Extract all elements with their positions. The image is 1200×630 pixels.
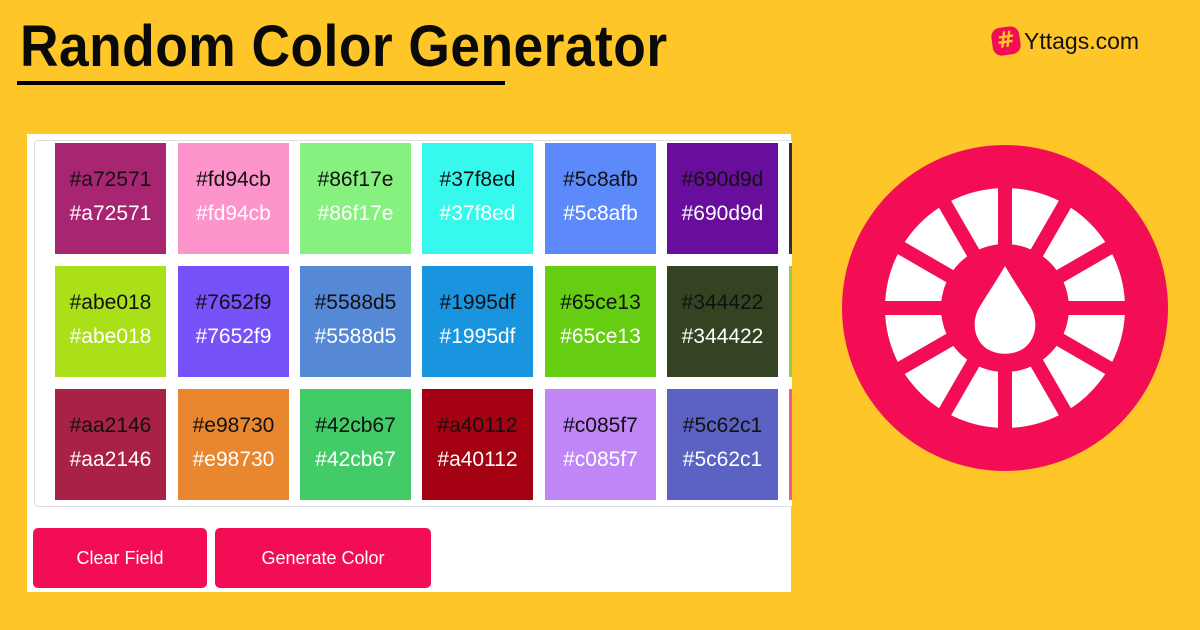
swatch-grid: #a72571 #a72571 #fd94cb #fd94cb #86f17e #86f1…: [34, 140, 792, 507]
swatch-hex-dark-label: #690d9d: [681, 168, 764, 191]
swatch-hex-light-label: #37f8ed: [439, 202, 516, 225]
color-swatch[interactable]: #aa2146 #aa2146: [55, 389, 166, 500]
swatch-hex-dark-label: #5588d5: [314, 291, 397, 314]
color-wheel-drop-icon: [842, 145, 1168, 471]
swatch-hex-dark-label: #aa2146: [69, 414, 152, 437]
swatch-hex-light-label: #e98730: [192, 448, 275, 471]
color-swatch[interactable]: #690d9d #690d9d: [667, 143, 778, 254]
color-swatch[interactable]: #65ce13 #65ce13: [545, 266, 656, 377]
swatch-hex-light-label: #a72571: [69, 202, 152, 225]
swatch-hex-dark-label: #abe018: [69, 291, 152, 314]
partial-color-swatch: [789, 389, 792, 500]
clear-field-button[interactable]: Clear Field: [33, 528, 207, 588]
swatch-hex-light-label: #5c62c1: [682, 448, 763, 471]
swatch-hex-dark-label: #5c62c1: [682, 414, 763, 437]
swatch-hex-light-label: #690d9d: [681, 202, 764, 225]
swatch-hex-dark-label: #e98730: [192, 414, 275, 437]
color-swatch[interactable]: #344422 #344422: [667, 266, 778, 377]
color-swatch[interactable]: #86f17e #86f17e: [300, 143, 411, 254]
swatch-hex-dark-label: #c085f7: [563, 414, 638, 437]
color-swatch[interactable]: #42cb67 #42cb67: [300, 389, 411, 500]
brand-name: Yttags.com: [1024, 27, 1140, 54]
brand: # Yttags.com: [990, 25, 1140, 57]
color-swatch[interactable]: #5588d5 #5588d5: [300, 266, 411, 377]
color-swatch[interactable]: #5c8afb #5c8afb: [545, 143, 656, 254]
partial-color-swatch: [789, 266, 792, 377]
swatch-hex-dark-label: #344422: [681, 291, 764, 314]
swatch-hex-light-label: #5c8afb: [563, 202, 638, 225]
swatch-hex-dark-label: #5c8afb: [563, 168, 638, 191]
swatch-hex-light-label: #65ce13: [560, 325, 641, 348]
generate-color-button[interactable]: Generate Color: [215, 528, 431, 588]
swatch-hex-dark-label: #42cb67: [315, 414, 396, 437]
color-swatch[interactable]: #a72571 #a72571: [55, 143, 166, 254]
swatch-hex-dark-label: #a40112: [437, 414, 518, 437]
swatch-hex-dark-label: #65ce13: [560, 291, 641, 314]
title-underline: [17, 81, 505, 85]
swatch-hex-dark-label: #fd94cb: [196, 168, 271, 191]
swatch-hex-light-label: #5588d5: [314, 325, 397, 348]
partial-color-swatch: [789, 143, 792, 254]
swatch-hex-light-label: #abe018: [69, 325, 152, 348]
color-swatch[interactable]: #37f8ed #37f8ed: [422, 143, 533, 254]
color-swatch[interactable]: #1995df #1995df: [422, 266, 533, 377]
color-swatch[interactable]: #a40112 #a40112: [422, 389, 533, 500]
hashtag-icon: #: [990, 25, 1022, 57]
swatch-hex-light-label: #c085f7: [563, 448, 638, 471]
color-swatch[interactable]: #abe018 #abe018: [55, 266, 166, 377]
swatch-hex-dark-label: #37f8ed: [439, 168, 516, 191]
swatch-hex-light-label: #86f17e: [317, 202, 394, 225]
swatch-hex-dark-label: #a72571: [69, 168, 152, 191]
swatch-hex-dark-label: #7652f9: [195, 291, 272, 314]
color-swatch[interactable]: #7652f9 #7652f9: [178, 266, 289, 377]
color-swatch[interactable]: #5c62c1 #5c62c1: [667, 389, 778, 500]
color-swatch[interactable]: #e98730 #e98730: [178, 389, 289, 500]
swatch-hex-dark-label: #1995df: [439, 291, 516, 314]
swatch-hex-dark-label: #86f17e: [317, 168, 394, 191]
color-swatch[interactable]: #fd94cb #fd94cb: [178, 143, 289, 254]
color-generator-panel: #a72571 #a72571 #fd94cb #fd94cb #86f17e #86f1…: [27, 134, 792, 592]
color-swatch[interactable]: #c085f7 #c085f7: [545, 389, 656, 500]
swatch-hex-light-label: #7652f9: [195, 325, 272, 348]
swatch-hex-light-label: #344422: [681, 325, 764, 348]
swatch-hex-light-label: #aa2146: [69, 448, 152, 471]
swatch-hex-light-label: #1995df: [439, 325, 516, 348]
swatch-hex-light-label: #42cb67: [315, 448, 396, 471]
page-title: Random Color Generator: [20, 14, 668, 79]
swatch-hex-light-label: #a40112: [437, 448, 518, 471]
swatch-hex-light-label: #fd94cb: [196, 202, 271, 225]
